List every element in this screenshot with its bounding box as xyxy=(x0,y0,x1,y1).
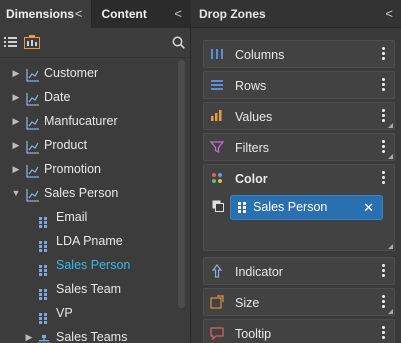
size-menu-icon[interactable] xyxy=(382,295,386,310)
size-icon xyxy=(210,295,224,312)
tree-item-label: Email xyxy=(56,210,88,224)
tree-item-product[interactable]: ▶ Product xyxy=(0,133,176,157)
tree-level-sales-person[interactable]: Sales Person xyxy=(0,253,176,277)
drop-zone-size[interactable]: Size xyxy=(203,288,395,316)
resize-corner-icon xyxy=(388,123,393,128)
drop-zone-label: Values xyxy=(235,110,273,124)
dimensions-panel: Dimensions < Content < ▶ Customer ▶ Date… xyxy=(0,0,191,343)
values-icon xyxy=(210,109,224,126)
tree-item-label: Manfucaturer xyxy=(44,114,118,128)
tooltip-menu-icon[interactable] xyxy=(382,326,386,341)
level-icon xyxy=(238,202,247,216)
expand-arrow-icon[interactable]: ▶ xyxy=(11,133,21,157)
org-chart-icon xyxy=(38,331,50,343)
drop-zones-header: Drop Zones < xyxy=(191,0,401,28)
search-icon[interactable] xyxy=(172,36,185,52)
chip-label: Sales Person xyxy=(253,200,328,214)
tree-item-label: Product xyxy=(44,138,88,152)
color-field-chip[interactable]: Sales Person ✕ xyxy=(230,195,383,220)
drop-zone-label: Rows xyxy=(235,79,267,93)
tab-dimensions[interactable]: Dimensions < xyxy=(0,0,92,28)
tree-item-label: Sales Person xyxy=(56,258,131,272)
expand-arrow-icon[interactable]: ▶ xyxy=(11,85,21,109)
tree-item-label: Sales Person xyxy=(44,186,119,200)
drop-zone-label: Filters xyxy=(235,141,270,155)
collapse-dimensions-chevron-icon[interactable]: < xyxy=(75,0,83,28)
expand-arrow-icon[interactable]: ▶ xyxy=(11,109,21,133)
tab-content[interactable]: Content < xyxy=(91,0,190,28)
collapse-drop-zones-chevron-icon[interactable]: < xyxy=(385,0,393,28)
drop-zone-columns[interactable]: Columns xyxy=(203,40,395,68)
tree-item-sales-person[interactable]: ▼ Sales Person xyxy=(0,181,176,205)
tree-item-label: Customer xyxy=(44,66,99,80)
drop-zone-label: Color xyxy=(235,172,268,186)
tree-level-lda-pname[interactable]: LDA Pname xyxy=(0,229,176,253)
columns-icon xyxy=(210,47,224,64)
tree-level-email[interactable]: Email xyxy=(0,205,176,229)
drop-zone-values[interactable]: Values xyxy=(203,102,395,130)
tree-item-label: VP xyxy=(56,306,73,320)
tree-item-label: LDA Pname xyxy=(56,234,123,248)
drop-zone-label: Size xyxy=(235,296,260,310)
tree-level-sales-team[interactable]: Sales Team xyxy=(0,277,176,301)
drop-zone-indicator[interactable]: Indicator xyxy=(203,257,395,285)
expand-arrow-icon[interactable]: ▶ xyxy=(11,61,21,85)
tree-item-date[interactable]: ▶ Date xyxy=(0,85,176,109)
collapse-arrow-icon[interactable]: ▼ xyxy=(11,181,21,205)
dimensions-toolbar xyxy=(0,28,190,58)
resize-corner-icon xyxy=(388,309,393,314)
drop-zone-rows[interactable]: Rows xyxy=(203,71,395,99)
color-menu-icon[interactable] xyxy=(382,171,386,186)
rows-icon xyxy=(210,78,224,95)
filter-icon xyxy=(209,140,225,157)
tree-level-vp[interactable]: VP xyxy=(0,301,176,325)
indicator-icon xyxy=(210,264,224,281)
copy-icon[interactable] xyxy=(212,200,224,215)
drop-zones-title: Drop Zones xyxy=(199,7,266,21)
drop-zone-label: Indicator xyxy=(235,265,283,279)
drop-zone-label: Columns xyxy=(235,48,285,62)
panel-tabs: Dimensions < Content < xyxy=(0,0,190,28)
resize-corner-icon xyxy=(388,154,393,159)
drop-zone-tooltip[interactable]: Tooltip xyxy=(203,319,395,343)
tooltip-icon xyxy=(210,326,224,343)
tree-item-label: Sales Team xyxy=(56,282,122,296)
close-icon[interactable]: ✕ xyxy=(363,196,374,219)
tree-item-promotion[interactable]: ▶ Promotion xyxy=(0,157,176,181)
filters-menu-icon[interactable] xyxy=(382,140,386,155)
hierarchy-icon[interactable] xyxy=(24,35,40,52)
color-icon xyxy=(210,171,224,188)
tree-item-label: Date xyxy=(44,90,71,104)
drop-zone-label: Tooltip xyxy=(235,327,272,341)
columns-menu-icon[interactable] xyxy=(382,47,386,62)
tab-content-label: Content xyxy=(101,7,147,21)
list-icon[interactable] xyxy=(4,36,17,51)
collapse-content-chevron-icon[interactable]: < xyxy=(174,0,182,28)
values-menu-icon[interactable] xyxy=(382,109,386,124)
tree-item-customer[interactable]: ▶ Customer xyxy=(0,61,176,85)
drop-zones-panel: Drop Zones < Columns Rows Values Filters… xyxy=(191,0,401,343)
expand-arrow-icon[interactable]: ▶ xyxy=(11,157,21,181)
dimensions-tree: ▶ Customer ▶ Date ▶ Manfucaturer ▶ Produ… xyxy=(0,58,176,343)
tree-item-label: Sales Teams xyxy=(56,330,128,343)
tree-item-label: Promotion xyxy=(44,162,101,176)
indicator-menu-icon[interactable] xyxy=(382,264,386,279)
tree-scrollbar[interactable] xyxy=(178,60,185,308)
drop-zone-filters[interactable]: Filters xyxy=(203,133,395,161)
tree-item-manfucaturer[interactable]: ▶ Manfucaturer xyxy=(0,109,176,133)
rows-menu-icon[interactable] xyxy=(382,78,386,93)
tab-dimensions-label: Dimensions xyxy=(6,7,75,21)
expand-arrow-icon[interactable]: ▶ xyxy=(24,325,34,343)
tree-item-sales-teams[interactable]: ▶ Sales Teams xyxy=(0,325,176,343)
resize-corner-icon xyxy=(388,244,393,249)
